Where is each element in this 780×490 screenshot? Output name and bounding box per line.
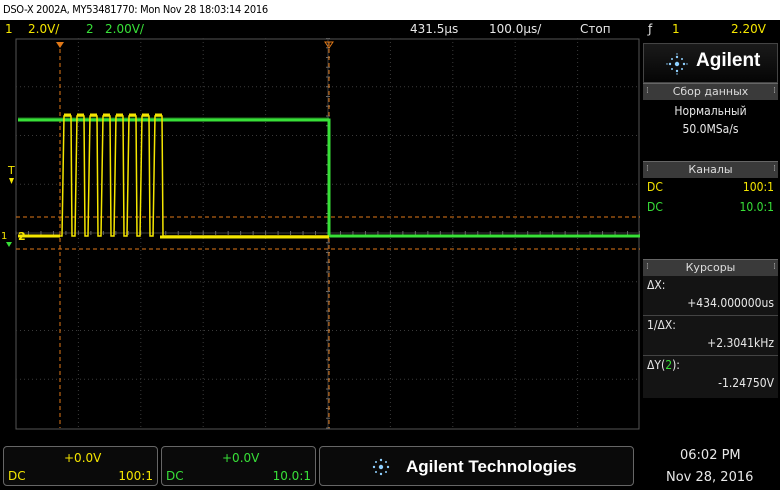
ch2-number[interactable]: 2 [86,20,94,38]
cursor-inv-dx-value: +2.3041kHz [707,336,774,350]
ch1-coupling-bottom: DC [8,469,26,483]
ch2-ground-marker: 2 [18,230,26,243]
ch2-offset: +0.0V [222,451,260,465]
cursors-header[interactable]: ⁞ Курсоры ⁞ [643,259,778,276]
brand-name: Agilent [696,50,761,71]
cursors-header-label: Курсоры [685,261,736,274]
ch1-offset: +0.0V [64,451,102,465]
ch1-info-box[interactable]: +0.0V DC 100:1 [3,446,158,486]
ch2-coupling-bottom: DC [166,469,184,483]
cursor-dy-label: ΔY(2): [647,358,680,372]
time-scale[interactable]: 100.0µs/ [489,20,541,38]
ch1-trace-baseline [18,234,329,239]
ch2-coupling: DC [647,200,663,214]
ch1-scale[interactable]: 2.0V/ [28,20,59,38]
cursor-dx-label: ΔX: [647,278,666,292]
ch2-probe: 10.0:1 [739,200,774,214]
brand-full-name: Agilent Technologies [406,457,577,476]
brand-logo: Agilent [643,43,778,83]
status-bar: 1 2.0V/ 2 2.00V/ 431.5µs 100.0µs/ Стоп ƒ… [0,20,780,38]
acquisition-info: Нормальный 50.0MSa/s [643,100,778,160]
ch1-trace [18,115,329,237]
run-state[interactable]: Стоп [580,20,611,38]
trigger-level[interactable]: 2.20V [731,20,766,38]
ch1-coupling: DC [647,180,663,194]
trigger-slope-icon: ƒ [648,22,653,36]
title-bar: DSO-X 2002A, MY53481770: Mon Nov 28 18:0… [0,0,780,20]
ground-marker-icon [6,242,12,247]
ch1-probe-bottom: 100:1 [118,469,153,483]
side-panel: Agilent ⁞ Сбор данных ⁞ Нормальный 50.0M… [643,43,780,431]
ch1-number[interactable]: 1 [5,20,13,38]
clock-date: Nov 28, 2016 [666,470,754,485]
channels-header[interactable]: ⁞ Каналы ⁞ [643,161,778,178]
trigger-arrow-icon [9,178,14,184]
ch1-ground-marker: 1 [1,231,7,242]
ch2-scale[interactable]: 2.00V/ [105,20,144,38]
channels-header-label: Каналы [688,163,733,176]
bottom-bar: +0.0V DC 100:1 +0.0V DC 10.0:1 Agilent T… [0,446,780,490]
cursors-info: ΔX: +434.000000us 1/ΔX: +2.3041kHz ΔY(2)… [643,276,778,398]
waveform-display[interactable]: T 12 [0,38,640,430]
acq-mode: Нормальный [674,104,747,118]
trigger-channel[interactable]: 1 [672,20,680,38]
acquisition-header[interactable]: ⁞ Сбор данных ⁞ [643,83,778,100]
cursor-inv-dx-label: 1/ΔX: [647,318,676,332]
agilent-spark-icon [666,53,688,75]
time-position[interactable]: 431.5µs [410,20,458,38]
trigger-marker-T: T [7,164,15,177]
ch2-probe-bottom: 10.0:1 [272,469,311,483]
ch2-info-box[interactable]: +0.0V DC 10.0:1 [161,446,316,486]
ch1-probe: 100:1 [742,180,774,194]
acquisition-header-label: Сбор данных [672,85,749,98]
cursor-dx-value: +434.000000us [687,296,774,310]
acq-rate: 50.0MSa/s [682,122,739,136]
brand-box: Agilent Technologies [319,446,634,486]
cursor-x1-arrow-icon [56,42,64,48]
channels-info: DC 100:1 DC 10.0:1 [643,178,778,260]
cursor-dy-value: -1.24750V [718,376,774,390]
clock-time: 06:02 PM [680,448,741,463]
agilent-spark-icon [372,458,390,476]
graticule: T 1 2 [0,38,640,430]
